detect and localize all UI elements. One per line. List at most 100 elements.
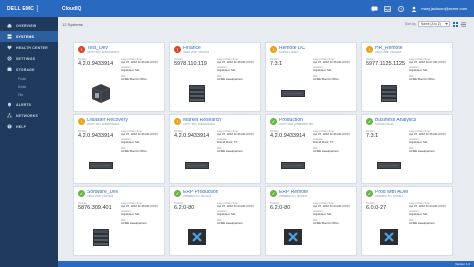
system-card[interactable]: ! Disaster Recovery UNITY 400 | FNM8765432… xyxy=(73,114,165,184)
sidebar-item-systems[interactable]: SYSTEMS xyxy=(0,31,58,42)
card-body: Version 5977.1125.1125 Last Contact Time Ap… xyxy=(366,58,448,82)
system-card[interactable]: ✓ ERP Remote XTREMIO X2 | XIO5678 Version 6.… xyxy=(265,186,357,256)
logo: DELL EMC xyxy=(7,5,35,12)
site-value: ACME Branch Office xyxy=(312,220,339,225)
card-left-col: Version 4.2.0.9433914 xyxy=(78,58,121,82)
site-value: ACME Headquarters xyxy=(216,148,243,153)
card-header: ✓ ERP Production XTREMIO X2 | XIO1234 xyxy=(174,190,256,199)
sidebar-subitem-pools[interactable]: Pools xyxy=(0,75,58,83)
sort-label: Sort by xyxy=(404,22,416,26)
card-left-col: Version 6.2.0-80 xyxy=(174,202,217,226)
hardware-image xyxy=(182,226,212,248)
card-left-col: Version 4.2.0.9433914 xyxy=(270,130,313,154)
sidebar-item-overview[interactable]: OVERVIEW xyxy=(0,20,58,31)
status-orange-icon: ! xyxy=(366,46,373,53)
version-value: 5978.110.119 xyxy=(174,60,207,67)
system-card[interactable]: ! Remote DC SC5020 | 12345 Version 7.3.1 Last… xyxy=(265,42,357,112)
version-value: 7.3.1 xyxy=(270,60,283,67)
site-value: ACME Headquarters xyxy=(216,220,243,225)
user-email[interactable]: mary.jackson@acme.com xyxy=(421,6,467,11)
last-contact-value: Apr 27, 2018 11:34 AM (UTC) xyxy=(408,203,446,208)
hardware-image xyxy=(86,154,116,176)
site-value: ACME Headquarters xyxy=(120,220,147,225)
sidebar-item-label: HELP xyxy=(16,124,27,129)
card-body: Version 7.3.1 Last Contact Time Apr 27, 201… xyxy=(366,130,448,154)
inbox-icon[interactable] xyxy=(384,5,391,12)
card-header: ✓ Production UNITY 600F | FNM55667788 xyxy=(270,118,352,127)
status-green-icon: ✓ xyxy=(366,190,373,197)
system-card[interactable]: ✓ Software_Dev VMAX 250F | 0001236 Version 5… xyxy=(73,186,165,256)
chat-icon[interactable] xyxy=(371,6,378,12)
card-right-col: Last Contact Time Apr 27, 2018 11:35 AM (… xyxy=(409,130,448,154)
version-value: 5876.309.401 xyxy=(78,204,112,211)
bell-icon xyxy=(7,102,12,107)
system-card[interactable]: ! HR_Remote VMAX 250F | 0001235 Version 5977… xyxy=(361,42,453,112)
site-value: ACME Headquarters xyxy=(408,220,435,225)
sidebar-item-label: OVERVIEW xyxy=(16,23,37,28)
grid-view-icon[interactable] xyxy=(453,21,458,27)
system-model: UNITY 600F | FNM55667788 xyxy=(279,123,313,126)
hardware-image xyxy=(374,226,404,248)
last-contact-value: Apr 27, 2018 11:38 AM (UTC) xyxy=(216,59,254,64)
version-value: 6.2.0-80 xyxy=(270,204,291,211)
card-right-col: Last Contact Time Apr 27, 2018 11:34 AM (… xyxy=(313,202,352,226)
sort-select[interactable]: Name (A to Z) xyxy=(418,21,450,27)
sidebar-item-alerts[interactable]: ALERTS xyxy=(0,99,58,110)
card-left-col: Version 4.2.0.9433914 xyxy=(78,130,121,154)
card-right-col: Last Contact Time Apr 27, 2018 11:35 AM (… xyxy=(313,58,352,82)
footer-version: Version 1.0 xyxy=(454,262,470,266)
system-card[interactable]: ! Finance VMAX 250F | 0001234 Version 5978.1… xyxy=(169,42,261,112)
systems-count: 12 Systems xyxy=(62,21,83,27)
sidebar-item-networks[interactable]: NETWORKS xyxy=(0,110,58,121)
app-title: CloudIQ xyxy=(62,5,82,12)
version-value: 6.0.0-27 xyxy=(366,204,387,211)
system-card[interactable]: ✓ ERP Production XTREMIO X2 | XIO1234 Versi… xyxy=(169,186,261,256)
help-icon[interactable]: ? xyxy=(397,5,404,12)
system-card[interactable]: ! Test_Dev UNITY 500 | FNM12345678 Version 4… xyxy=(73,42,165,112)
card-body: Version 5978.110.119 Last Contact Time Apr … xyxy=(174,58,256,82)
card-title-wrap: Software_Dev VMAX 250F | 0001236 xyxy=(87,190,118,199)
system-card[interactable]: ✓ Business Analytics SC7020 | 54321 Version… xyxy=(361,114,453,184)
sidebar-item-settings[interactable]: SETTINGS xyxy=(0,53,58,64)
storage-icon xyxy=(7,67,12,72)
card-title-wrap: Production UNITY 600F | FNM55667788 xyxy=(279,118,313,127)
card-body: Version 4.2.0.9433914 Last Contact Time Apr… xyxy=(78,58,160,82)
brand[interactable]: DELL EMC xyxy=(0,0,58,17)
list-view-icon[interactable] xyxy=(461,21,466,27)
system-card[interactable]: ✓ Prod with ADM XTREMIO X1 | XIO9012 Versio… xyxy=(361,186,453,256)
site-value: ACME Branch Office xyxy=(408,76,435,81)
sidebar-subitem-file[interactable]: File xyxy=(0,91,58,99)
systems-toolbar: 12 Systems Sort by Name (A to Z) xyxy=(58,17,474,31)
system-card[interactable]: ✓ Production UNITY 600F | FNM55667788 Versi… xyxy=(265,114,357,184)
system-model: XTREMIO X2 | XIO5678 xyxy=(279,195,308,198)
card-title-wrap: ERP Production XTREMIO X2 | XIO1234 xyxy=(183,190,218,199)
hardware-image xyxy=(374,82,404,104)
card-header: ✓ Software_Dev VMAX 250F | 0001236 xyxy=(78,190,160,199)
card-header: ! Market Research UNITY 300 | FNM11223344 xyxy=(174,118,256,127)
hardware-image xyxy=(278,82,308,104)
sidebar-subitem-hosts[interactable]: Hosts xyxy=(0,83,58,91)
card-title-wrap: Finance VMAX 250F | 0001234 xyxy=(183,46,209,55)
sidebar-item-label: SETTINGS xyxy=(16,56,36,61)
card-title-wrap: Business Analytics SC7020 | 54321 xyxy=(375,118,416,127)
system-card[interactable]: ! Market Research UNITY 300 | FNM11223344 V… xyxy=(169,114,261,184)
site-value: ACME Headquarters xyxy=(216,76,243,81)
card-right-col: Last Contact Time Apr 27, 2018 11:36 AM (… xyxy=(121,130,160,154)
site-value: ACME Branch Office xyxy=(120,76,147,81)
card-right-col: Last Contact Time Apr 27, 2018 11:38 AM (… xyxy=(121,202,160,226)
version-value: 7.3.1 xyxy=(366,132,379,139)
sidebar: OVERVIEW SYSTEMS HEALTH CENTER SETTINGS … xyxy=(0,17,58,267)
card-body: Version 7.3.1 Last Contact Time Apr 27, 201… xyxy=(270,58,352,82)
sidebar-item-health-center[interactable]: HEALTH CENTER xyxy=(0,42,58,53)
card-header: ✓ Prod with ADM XTREMIO X1 | XIO9012 xyxy=(366,190,448,199)
last-contact-value: Apr 27, 2018 11:36 AM (UTC) xyxy=(120,59,158,64)
hardware-image xyxy=(278,154,308,176)
user-icon[interactable] xyxy=(410,6,417,12)
sidebar-item-storage[interactable]: STORAGE xyxy=(0,64,58,75)
sidebar-item-label: SYSTEMS xyxy=(16,34,35,39)
sidebar-item-help[interactable]: ? HELP xyxy=(0,121,58,132)
card-left-col: Version 5977.1125.1125 xyxy=(366,58,409,82)
hardware-image xyxy=(374,154,404,176)
system-model: UNITY 400 | FNM87654321 xyxy=(87,123,120,126)
card-title-wrap: Test_Dev UNITY 500 | FNM12345678 xyxy=(87,46,119,55)
